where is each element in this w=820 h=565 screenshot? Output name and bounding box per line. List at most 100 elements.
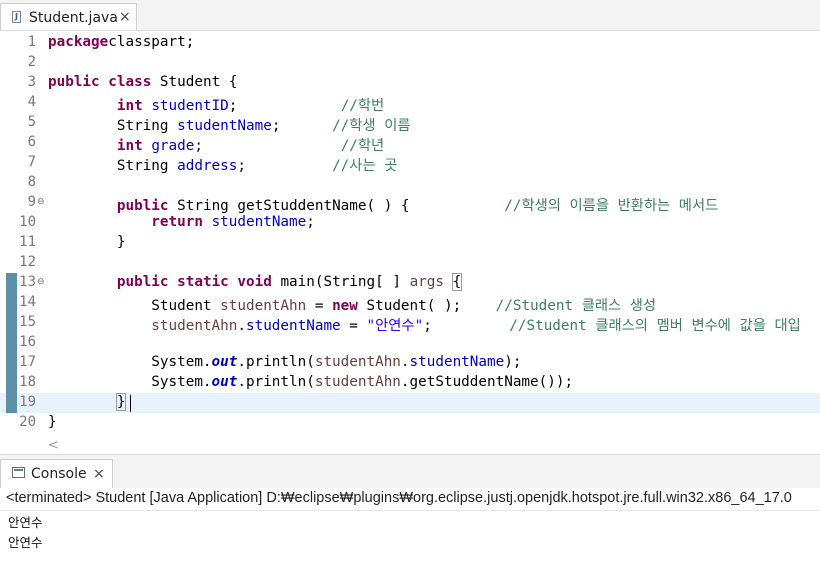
code-token: .: [400, 354, 410, 370]
code-token: public: [48, 74, 100, 90]
tab-console[interactable]: Console ×: [0, 459, 113, 488]
code-token: "안연수": [366, 318, 424, 334]
code-token: studentName: [245, 318, 341, 334]
code-line[interactable]: 3 public class Student {: [0, 73, 820, 93]
code-text: int grade; //학년: [48, 134, 384, 155]
line-number: 8: [27, 174, 36, 190]
code-text: }: [48, 234, 126, 250]
code-token: studentName: [409, 354, 505, 370]
code-token: .println(: [237, 374, 315, 390]
code-token: studentName: [211, 214, 307, 230]
code-token: public: [116, 198, 169, 214]
line-number: 12: [19, 254, 36, 270]
code-line[interactable]: 15 studentAhn.studentName = "안연수"; //Stu…: [0, 313, 820, 335]
console-status-text: <terminated> Student [Java Application] …: [6, 490, 792, 506]
line-number: 9: [27, 194, 36, 210]
code-token: address: [177, 158, 238, 174]
code-token: //학번: [340, 98, 385, 114]
code-line[interactable]: 8: [0, 173, 820, 193]
tab-student-java[interactable]: J Student.java ×: [0, 3, 137, 30]
code-token: studentAhn: [314, 354, 401, 370]
editor-tab-bar: J Student.java ×: [0, 0, 820, 31]
code-token: public: [116, 274, 169, 290]
code-token: String: [48, 118, 178, 134]
code-text: public String getStuddentName( ) { //학생의…: [48, 194, 718, 215]
code-token: int: [116, 138, 143, 154]
fold-collapse-icon[interactable]: ⊖: [37, 197, 45, 207]
code-line[interactable]: 12: [0, 253, 820, 273]
fold-collapse-icon[interactable]: ⊖: [37, 277, 45, 287]
code-token: }: [48, 234, 126, 250]
code-token: grade: [151, 138, 195, 154]
code-token: =: [340, 318, 367, 334]
code-token: //사는 곳: [332, 158, 398, 174]
code-token: //Student 클래스의 멤버 변수에 값을 대입: [509, 318, 801, 334]
java-file-icon: J: [12, 11, 21, 23]
code-line[interactable]: 18 System.out.println(studentAhn.getStud…: [0, 373, 820, 393]
line-number: 10: [19, 214, 36, 230]
code-line[interactable]: 10 return studentName;: [0, 213, 820, 233]
code-line[interactable]: 14 Student studentAhn = new Student( ); …: [0, 293, 820, 314]
line-number: 18: [19, 374, 36, 390]
close-icon[interactable]: ×: [119, 10, 131, 24]
code-token: out: [211, 354, 238, 370]
code-token: studentAhn: [220, 298, 307, 314]
code-line[interactable]: 4 int studentID; //학번: [0, 93, 820, 114]
code-token: String getStuddentName( ) {: [168, 198, 505, 214]
line-number: 17: [19, 354, 36, 370]
close-icon[interactable]: ×: [93, 466, 105, 482]
code-token: class: [108, 74, 152, 90]
code-token: return: [151, 214, 203, 230]
code-line[interactable]: 2: [0, 53, 820, 73]
line-number: 5: [27, 114, 36, 130]
code-text: packageclasspart;: [48, 34, 194, 50]
line-number: 4: [27, 94, 36, 110]
code-token: classpart;: [108, 34, 195, 50]
code-token: ;: [237, 158, 333, 174]
code-token: Student( );: [357, 298, 496, 314]
code-line[interactable]: 5 String studentName; //학생 이름: [0, 113, 820, 134]
code-text: public static void main(String[ ] args {: [48, 273, 463, 291]
line-number: 3: [27, 74, 36, 90]
text-caret: [130, 395, 131, 412]
code-line[interactable]: 17 System.out.println(studentAhn.student…: [0, 353, 820, 373]
code-line[interactable]: 6 int grade; //학년: [0, 133, 820, 155]
code-line[interactable]: 16: [0, 333, 820, 353]
code-token: void: [237, 274, 272, 290]
code-line[interactable]: 19 }: [0, 393, 820, 413]
code-token: ;: [271, 118, 333, 134]
line-number: 2: [27, 54, 36, 70]
code-token: .: [237, 318, 246, 334]
code-line[interactable]: 1 packageclasspart;: [0, 33, 820, 53]
line-number: 13: [19, 274, 36, 290]
code-text: System.out.println(studentAhn.studentNam…: [48, 354, 521, 370]
line-number: 6: [27, 134, 36, 150]
code-line[interactable]: 20}: [0, 413, 820, 433]
code-token: ;: [306, 214, 315, 230]
code-token: System.: [48, 374, 212, 390]
code-line[interactable]: 9 ⊖ public String getStuddentName( ) { //…: [0, 193, 820, 215]
scroll-left-icon[interactable]: <: [48, 438, 59, 453]
code-line[interactable]: 11 }: [0, 233, 820, 253]
line-number: 14: [19, 294, 36, 310]
code-token: //Student 클래스 생성: [495, 298, 657, 314]
code-token: int: [116, 98, 143, 114]
line-number: 16: [19, 334, 36, 350]
line-number: 7: [27, 154, 36, 170]
code-line[interactable]: 13 ⊖ public static void main(String[ ] ar…: [0, 273, 820, 293]
code-editor[interactable]: 1 packageclasspart; 2 3 public class Student…: [0, 31, 820, 433]
code-line[interactable]: 7 String address; //사는 곳: [0, 153, 820, 174]
console-output-line: 안연수: [8, 535, 43, 550]
code-text: System.out.println(studentAhn.getStudden…: [48, 374, 573, 390]
code-token: Student {: [151, 74, 238, 90]
code-token: {: [451, 273, 463, 291]
code-token: String: [48, 158, 178, 174]
code-text: studentAhn.studentName = "안연수"; //Studen…: [48, 314, 801, 335]
code-token: .println(: [237, 354, 315, 370]
